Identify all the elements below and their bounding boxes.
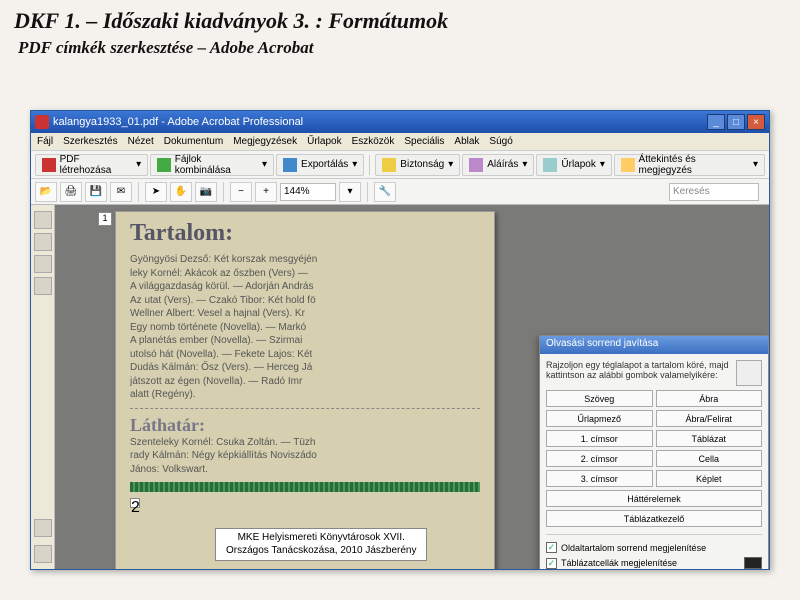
content-line: Dudás Kálmán: Ősz (Vers). — Herceg Já xyxy=(130,361,480,375)
signatures-panel-icon[interactable] xyxy=(34,277,52,295)
open-button[interactable]: 📂 xyxy=(35,182,57,202)
window-title: kalangya1933_01.pdf - Adobe Acrobat Prof… xyxy=(53,116,707,128)
create-pdf-button[interactable]: PDF létrehozása ▾ xyxy=(35,154,148,176)
content-line: Wellner Albert: Vesel a hajnal (Vers). K… xyxy=(130,307,480,321)
tags-panel-icon[interactable] xyxy=(34,255,52,273)
secure-button[interactable]: Biztonság ▾ xyxy=(375,154,460,176)
minimize-button[interactable]: _ xyxy=(707,114,725,130)
menu-document[interactable]: Dokumentum xyxy=(164,136,223,147)
menu-tools[interactable]: Eszközök xyxy=(352,136,395,147)
search-input[interactable]: Keresés xyxy=(669,183,759,201)
panel-desc: Rajzoljon egy téglalapot a tartalom köré… xyxy=(546,360,762,386)
pages-panel-icon[interactable] xyxy=(34,211,52,229)
comment-icon xyxy=(621,158,635,172)
content-line: Az utat (Vers). — Czakó Tibor: Két hold … xyxy=(130,294,480,308)
tag-background-button[interactable]: Háttérelemek xyxy=(546,490,762,507)
check-show-cells[interactable]: ✓ Táblázatcellák megjelenítése xyxy=(546,557,762,569)
save-button[interactable]: 💾 xyxy=(85,182,107,202)
table-editor-button[interactable]: Táblázatkezelő xyxy=(546,510,762,527)
slide-caption: MKE Helyismereti Könyvtárosok XVII. Orsz… xyxy=(215,528,427,561)
select-tool[interactable]: ➤ xyxy=(145,182,167,202)
reading-order-panel[interactable]: Olvasási sorrend javítása Rajzoljon egy … xyxy=(539,335,769,569)
check-show-order[interactable]: ✓ Oldaltartalom sorrend megjelenítése xyxy=(546,542,762,553)
content-line: rady Kálmán: Négy képkiállítás Noviszádo xyxy=(130,449,480,463)
touchup-icon[interactable]: 🔧 xyxy=(374,182,396,202)
comments-panel-icon[interactable] xyxy=(34,545,52,563)
toolbar-primary: PDF létrehozása ▾ Fájlok kombinálása ▾ E… xyxy=(31,151,769,179)
pen-icon xyxy=(469,158,483,172)
color-swatch[interactable] xyxy=(744,557,762,569)
page-heading2: Láthatár: xyxy=(130,415,480,436)
content-line: Egy nomb története (Novella). — Markó xyxy=(130,321,480,335)
panel-title[interactable]: Olvasási sorrend javítása xyxy=(540,336,768,354)
snapshot-tool[interactable]: 📷 xyxy=(195,182,217,202)
tag-formfield-button[interactable]: Űrlapmező xyxy=(546,410,653,427)
hand-tool[interactable]: ✋ xyxy=(170,182,192,202)
zoom-out-button[interactable]: − xyxy=(230,182,252,202)
menubar: Fájl Szerkesztés Nézet Dokumentum Megjeg… xyxy=(31,133,769,151)
content-line: játszott az égen (Novella). — Radó Imr xyxy=(130,375,480,389)
checkbox-icon[interactable]: ✓ xyxy=(546,542,557,553)
tag-table-button[interactable]: Táblázat xyxy=(656,430,763,447)
forms-button[interactable]: Űrlapok ▾ xyxy=(536,154,612,176)
export-icon xyxy=(283,158,297,172)
pdf-page[interactable]: 1 Tartalom: Gyöngyösi Dezső: Két korszak… xyxy=(115,211,495,569)
email-button[interactable]: ✉ xyxy=(110,182,132,202)
sign-button[interactable]: Aláírás ▾ xyxy=(462,154,534,176)
slide-subtitle: PDF címkék szerkesztése – Adobe Acrobat xyxy=(0,36,800,64)
close-button[interactable]: × xyxy=(747,114,765,130)
attachments-panel-icon[interactable] xyxy=(34,519,52,537)
form-icon xyxy=(543,158,557,172)
tag-h1-button[interactable]: 1. címsor xyxy=(546,430,653,447)
menu-view[interactable]: Nézet xyxy=(128,136,154,147)
maximize-button[interactable]: □ xyxy=(727,114,745,130)
checkbox-icon[interactable]: ✓ xyxy=(546,558,557,569)
slide-title: DKF 1. – Időszaki kiadványok 3. : Formát… xyxy=(0,0,800,36)
tag-formula-button[interactable]: Képlet xyxy=(656,470,763,487)
plus-icon xyxy=(157,158,171,172)
content-line: utolsó hát (Novella). — Fekete Lajos: Ké… xyxy=(130,348,480,362)
zoom-in-button[interactable]: + xyxy=(255,182,277,202)
pdf-icon xyxy=(42,158,56,172)
acrobat-icon xyxy=(35,115,49,129)
zoom-dropdown[interactable]: ▾ xyxy=(339,182,361,202)
tag-text-button[interactable]: Szöveg xyxy=(546,390,653,407)
toolbar-secondary: 📂 🖨 💾 ✉ ➤ ✋ 📷 − + 144% ▾ 🔧 Keresés xyxy=(31,179,769,205)
content-line: A planétás ember (Novella). — Szirmai xyxy=(130,334,480,348)
menu-help[interactable]: Súgó xyxy=(489,136,512,147)
region-marker-1[interactable]: 1 xyxy=(98,212,112,226)
content-line: alatt (Regény). xyxy=(130,388,480,402)
nav-sidebar xyxy=(31,205,55,569)
menu-comments[interactable]: Megjegyzések xyxy=(233,136,297,147)
content-line: A világgazdaság körül. — Adorján András xyxy=(130,280,480,294)
menu-advanced[interactable]: Speciális xyxy=(404,136,444,147)
menu-window[interactable]: Ablak xyxy=(454,136,479,147)
tag-figure-button[interactable]: Ábra xyxy=(656,390,763,407)
menu-forms[interactable]: Űrlapok xyxy=(307,136,341,147)
document-area[interactable]: 1 Tartalom: Gyöngyösi Dezső: Két korszak… xyxy=(55,205,769,569)
content-line: János: Volkswart. xyxy=(130,463,480,477)
touchup-order-icon xyxy=(736,360,762,386)
tag-h3-button[interactable]: 3. címsor xyxy=(546,470,653,487)
review-button[interactable]: Áttekintés és megjegyzés ▾ xyxy=(614,154,765,176)
tag-cell-button[interactable]: Cella xyxy=(656,450,763,467)
content-line: Szenteleky Kornél: Csuka Zoltán. — Tüzh xyxy=(130,436,480,450)
lock-icon xyxy=(382,158,396,172)
content-line: Gyöngyösi Dezső: Két korszak mesgyéjén xyxy=(130,253,480,267)
tag-figure-caption-button[interactable]: Ábra/Felirat xyxy=(656,410,763,427)
combine-button[interactable]: Fájlok kombinálása ▾ xyxy=(150,154,274,176)
acrobat-window: kalangya1933_01.pdf - Adobe Acrobat Prof… xyxy=(30,110,770,570)
export-button[interactable]: Exportálás ▾ xyxy=(276,154,364,176)
decorative-band xyxy=(130,482,480,492)
content-line: leky Kornél: Akácok az őszben (Vers) — xyxy=(130,267,480,281)
print-button[interactable]: 🖨 xyxy=(60,182,82,202)
region-marker-2[interactable]: 2 xyxy=(130,498,140,508)
menu-file[interactable]: Fájl xyxy=(37,136,53,147)
zoom-field[interactable]: 144% xyxy=(280,183,336,201)
menu-edit[interactable]: Szerkesztés xyxy=(63,136,117,147)
page-heading: Tartalom: xyxy=(130,220,480,247)
titlebar[interactable]: kalangya1933_01.pdf - Adobe Acrobat Prof… xyxy=(31,111,769,133)
bookmarks-panel-icon[interactable] xyxy=(34,233,52,251)
tag-h2-button[interactable]: 2. címsor xyxy=(546,450,653,467)
